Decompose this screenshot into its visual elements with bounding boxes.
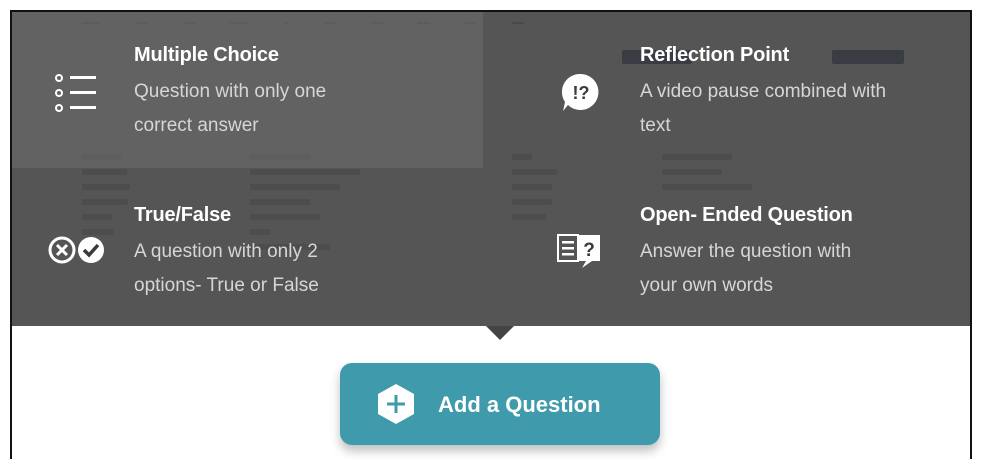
add-question-button[interactable]: Add a Question (340, 363, 660, 445)
add-question-label: Add a Question (438, 392, 601, 417)
x-check-circles-icon (47, 234, 109, 271)
option-description: your own words (640, 275, 774, 296)
option-description: A question with only 2 (134, 241, 318, 262)
option-description: Question with only one (134, 81, 327, 102)
list-icon (54, 73, 100, 118)
option-description: correct answer (134, 115, 259, 136)
option-description: options- True or False (134, 275, 319, 296)
option-title: True/False (134, 204, 231, 226)
svg-text:!?: !? (573, 83, 590, 103)
option-description: Answer the question with (640, 241, 852, 262)
option-title: Multiple Choice (134, 44, 279, 66)
exclamation-question-bubble-icon: !? (560, 72, 602, 119)
menu-pointer (486, 326, 514, 340)
option-description: A video pause combined with (640, 81, 887, 102)
option-title: Reflection Point (640, 44, 790, 66)
plus-hexagon-icon (376, 383, 416, 430)
option-title: Open- Ended Question (640, 204, 853, 226)
option-description: text (640, 115, 671, 136)
text-question-bubble-icon: ? (556, 232, 608, 275)
svg-text:?: ? (583, 240, 595, 261)
